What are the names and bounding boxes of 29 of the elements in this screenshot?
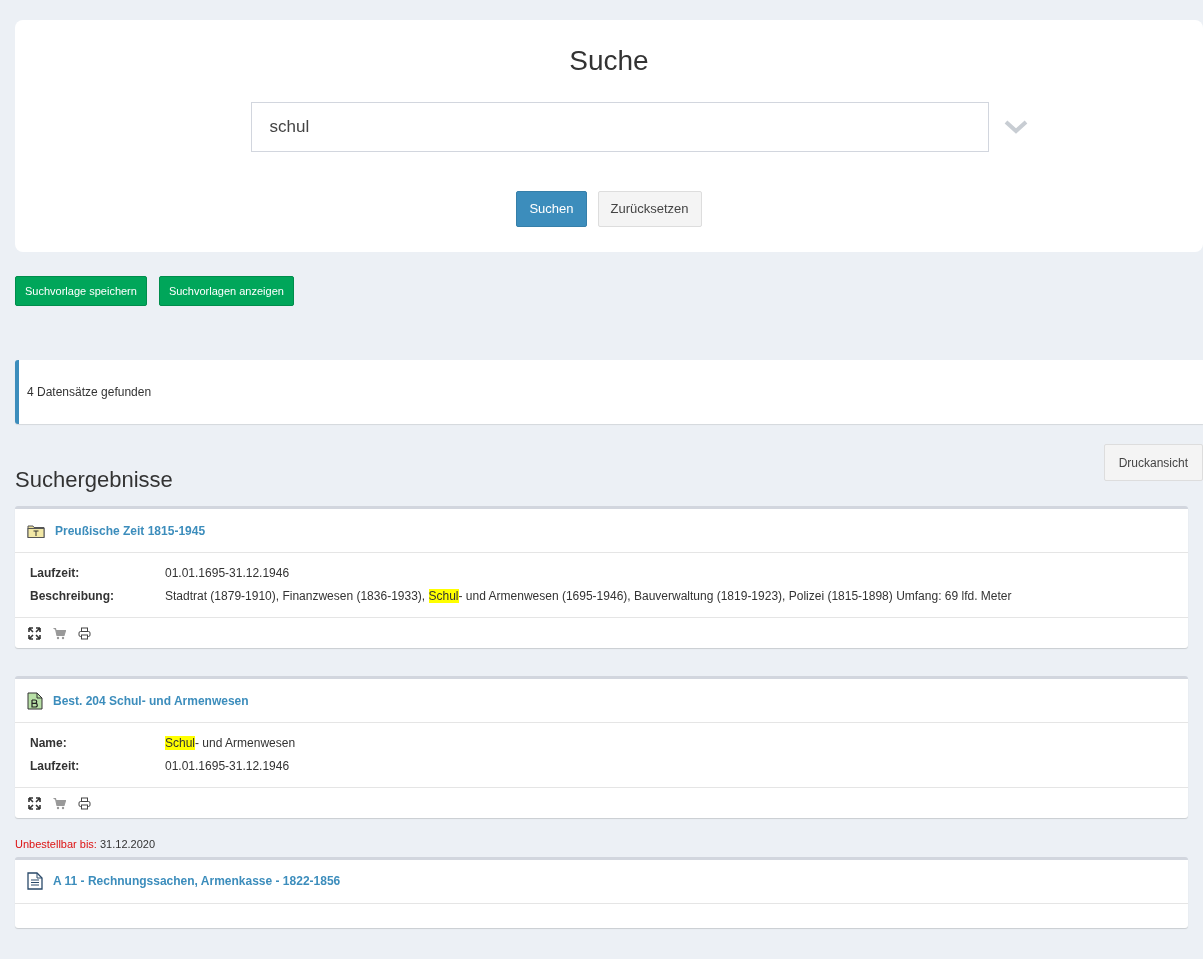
search-title: Suche bbox=[569, 44, 649, 78]
document-icon bbox=[27, 872, 43, 890]
field-label: Laufzeit: bbox=[30, 565, 81, 582]
expand-icon[interactable] bbox=[28, 626, 41, 640]
cart-icon[interactable] bbox=[53, 796, 66, 810]
expand-icon[interactable] bbox=[28, 796, 41, 810]
results-heading: Suchergebnisse bbox=[15, 466, 173, 494]
print-icon[interactable] bbox=[78, 626, 91, 640]
field-value: 01.01.1695-31.12.1946 bbox=[165, 758, 290, 775]
field-label: Laufzeit: bbox=[30, 758, 81, 775]
unorderable-note: Unbestellbar bis: 31.12.2020 bbox=[15, 837, 157, 852]
field-label: Beschreibung: bbox=[30, 588, 115, 605]
print-icon[interactable] bbox=[78, 796, 91, 810]
result-title-link[interactable]: Preußische Zeit 1815-1945 bbox=[55, 521, 206, 540]
result-title-link[interactable]: Best. 204 Schul- und Armenwesen bbox=[53, 691, 249, 710]
folder-icon bbox=[27, 523, 45, 538]
document-icon bbox=[27, 691, 43, 710]
reset-button[interactable]: Zurücksetzen bbox=[597, 191, 702, 227]
result-count: 4 Datensätze gefunden bbox=[27, 384, 152, 401]
result-title-link[interactable]: A 11 - Rechnungssachen, Armenkasse - 1822-1856 bbox=[53, 872, 341, 890]
search-field[interactable]: schul bbox=[250, 102, 989, 152]
cart-icon[interactable] bbox=[53, 626, 66, 640]
print-view-button[interactable]: Druckansicht bbox=[1103, 444, 1203, 481]
template-button[interactable]: Suchvorlagen anzeigen bbox=[158, 276, 294, 306]
template-button[interactable]: Suchvorlage speichern bbox=[15, 276, 147, 306]
field-value: 01.01.1695-31.12.1946 bbox=[165, 565, 290, 582]
field-label: Name: bbox=[30, 735, 68, 752]
search-button[interactable]: Suchen bbox=[516, 191, 587, 227]
field-value: Stadtrat (1879-1910), Finanzwesen (1836-1933), Schul- und Armenwesen (1695-1946), Bauverwaltung (1819-1923), Polizei (1815-1898) Umfang: 69 lfd. Meter bbox=[165, 588, 1012, 605]
